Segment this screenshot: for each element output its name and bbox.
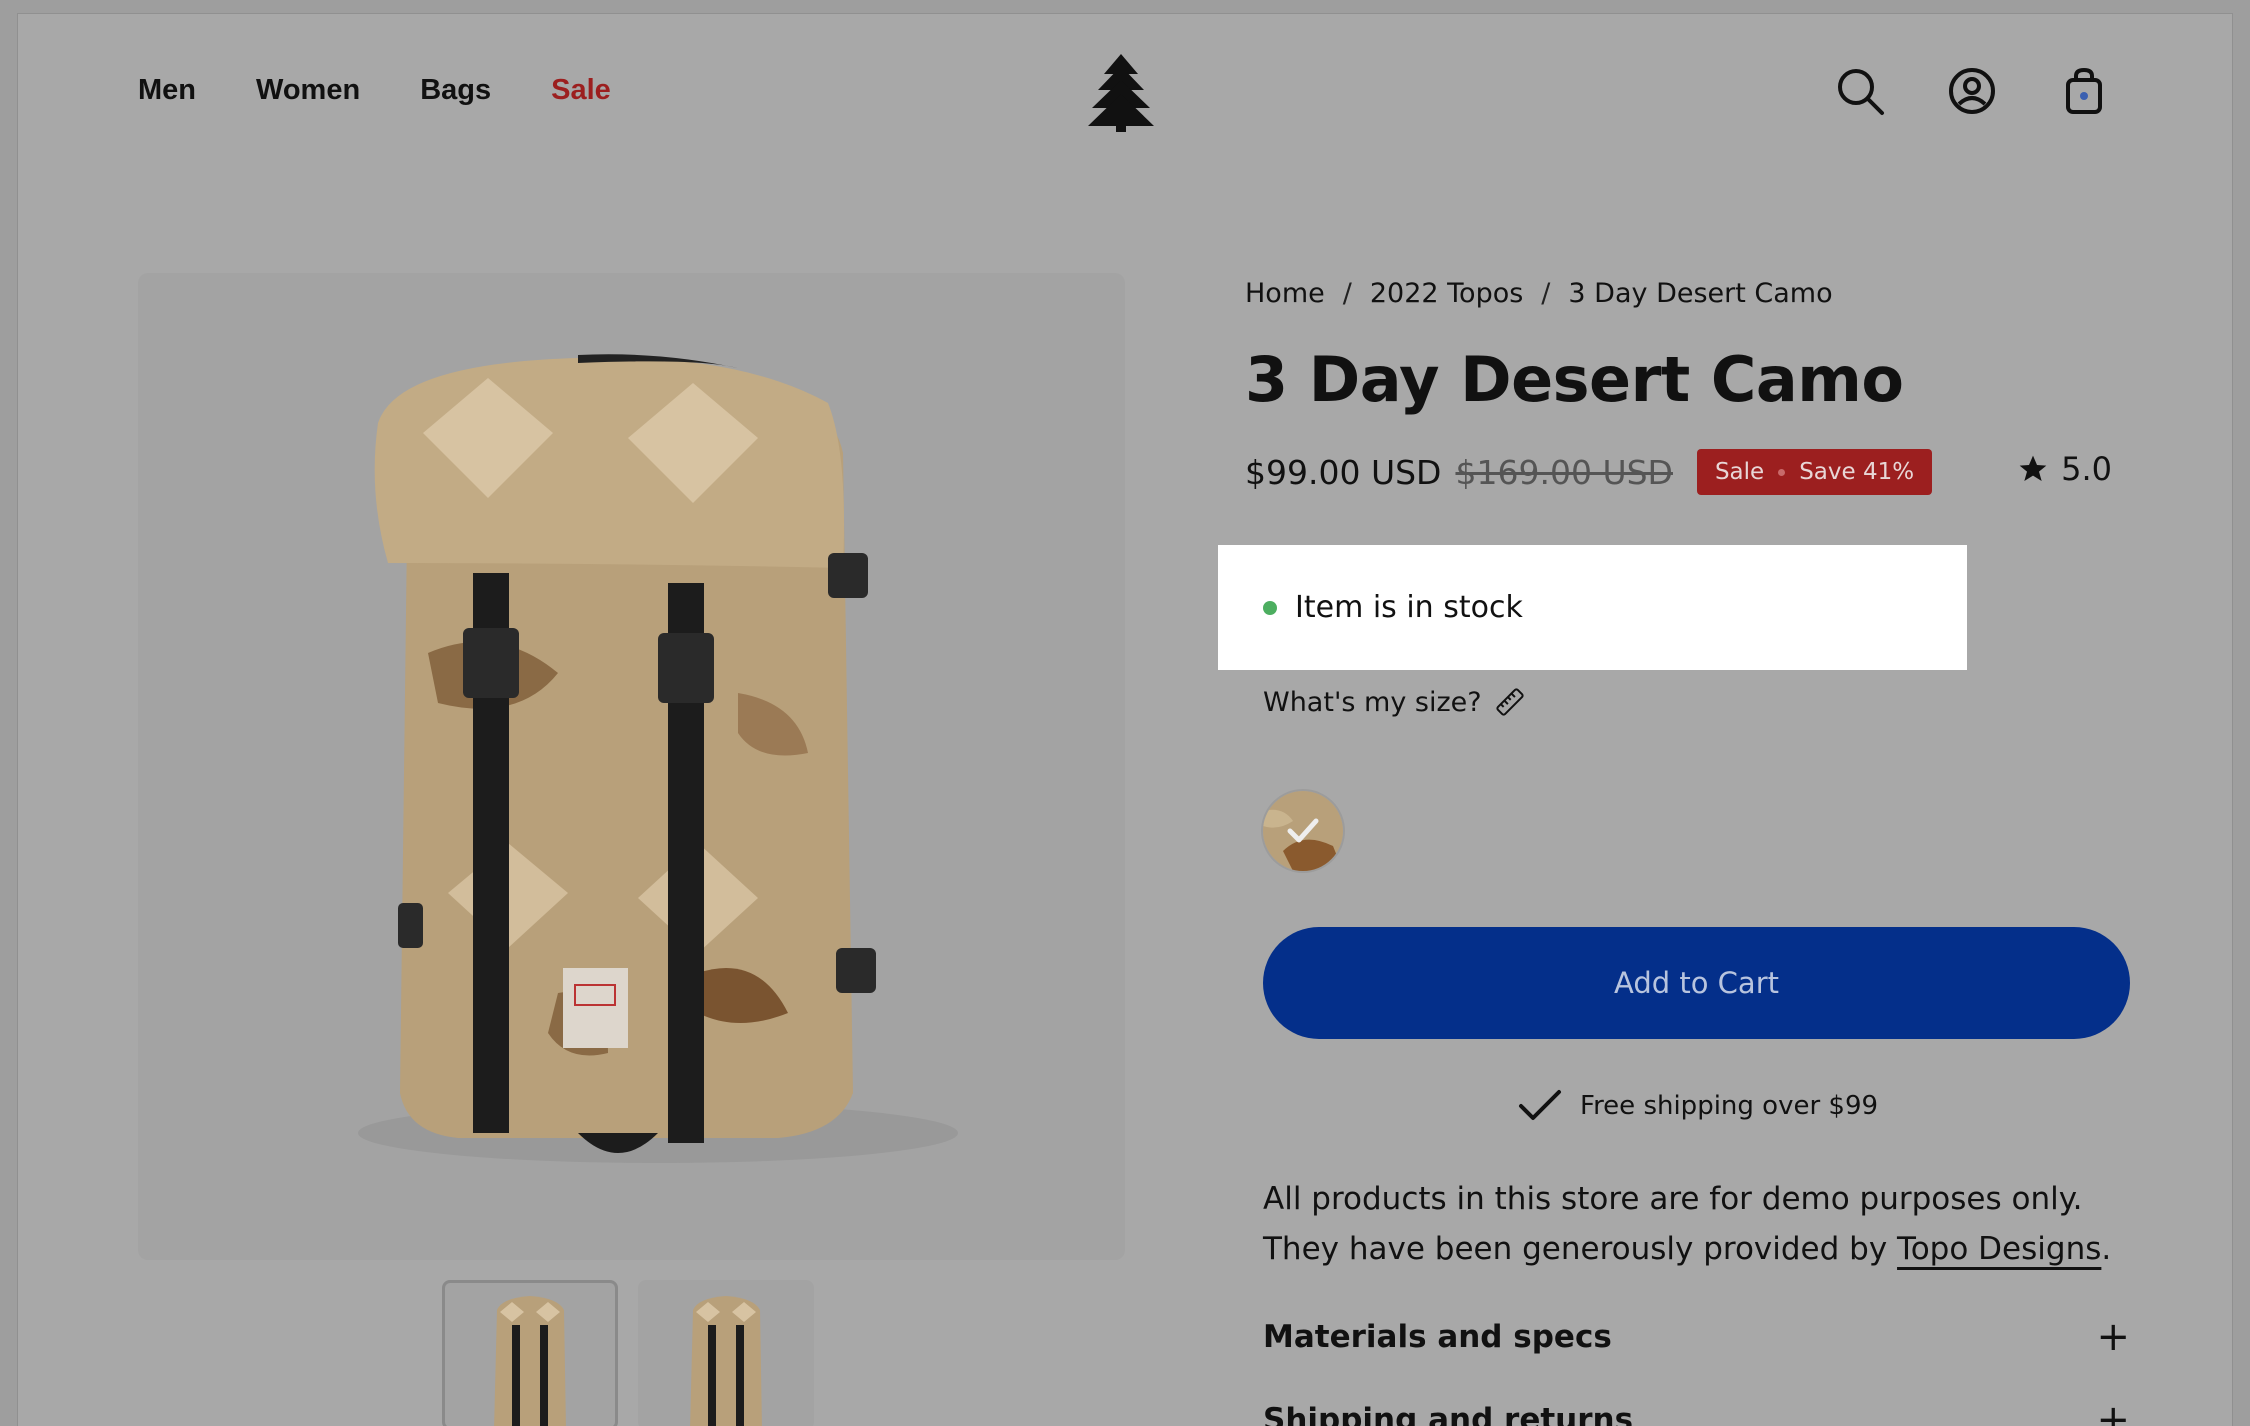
breadcrumb-collection[interactable]: 2022 Topos bbox=[1370, 278, 1523, 309]
description-prefix: They have been generously provided by bbox=[1263, 1231, 1898, 1267]
check-icon bbox=[1519, 1090, 1561, 1120]
breadcrumb-separator: / bbox=[1342, 277, 1352, 309]
breadcrumb-current: 3 Day Desert Camo bbox=[1568, 277, 1833, 309]
shipping-text: Free shipping over $99 bbox=[1580, 1091, 1879, 1121]
main-nav: Men Women Bags Sale bbox=[138, 74, 611, 107]
size-guide-link[interactable]: What's my size? bbox=[1263, 686, 1526, 718]
add-to-cart-button[interactable]: Add to Cart bbox=[1263, 927, 2130, 1039]
product-info: Home / 2022 Topos / 3 Day Desert Camo 3 … bbox=[1245, 273, 2112, 498]
rating[interactable]: 5.0 bbox=[2017, 450, 2112, 488]
topo-designs-link[interactable]: Topo Designs bbox=[1897, 1231, 2101, 1267]
accordion-materials[interactable]: Materials and specs + bbox=[1263, 1314, 2130, 1360]
nav-bags[interactable]: Bags bbox=[420, 74, 491, 107]
description-suffix: . bbox=[2101, 1231, 2112, 1267]
stock-dot bbox=[1263, 600, 1277, 615]
accordion-shipping-label: Shipping and returns bbox=[1263, 1402, 1634, 1426]
accordion-materials-label: Materials and specs bbox=[1263, 1319, 1612, 1355]
stock-status: Item is in stock bbox=[1218, 545, 1967, 670]
search-icon[interactable] bbox=[1835, 66, 1885, 116]
tree-logo[interactable] bbox=[1086, 54, 1156, 134]
rating-value: 5.0 bbox=[2061, 450, 2112, 488]
plus-icon: + bbox=[2096, 1397, 2130, 1426]
breadcrumb-home[interactable]: Home bbox=[1245, 278, 1325, 309]
account-icon[interactable] bbox=[1947, 66, 1997, 116]
price-row: $99.00 USD $169.00 USD Sale Save 41% 5.0 bbox=[1245, 446, 2112, 498]
breadcrumb: Home / 2022 Topos / 3 Day Desert Camo bbox=[1245, 273, 2112, 313]
nav-men[interactable]: Men bbox=[138, 74, 196, 107]
badge-sale-label: Sale bbox=[1714, 459, 1765, 485]
sale-badge: Sale Save 41% bbox=[1696, 449, 1933, 495]
thumbnail-1[interactable] bbox=[442, 1280, 618, 1426]
star-icon bbox=[2019, 455, 2047, 481]
compare-price: $169.00 USD bbox=[1455, 452, 1673, 492]
product-title: 3 Day Desert Camo bbox=[1245, 343, 1904, 416]
header-icons bbox=[1835, 66, 2109, 116]
badge-dot bbox=[1778, 468, 1786, 476]
cart-icon[interactable] bbox=[2059, 66, 2109, 116]
thumbnail-strip bbox=[442, 1280, 814, 1426]
sale-price: $99.00 USD bbox=[1245, 452, 1442, 492]
page: Men Women Bags Sale Home / 2022 Topos / … bbox=[18, 14, 2232, 1426]
ruler-icon bbox=[1495, 688, 1524, 716]
product-main-image[interactable] bbox=[138, 273, 1125, 1260]
description-line-1: All products in this store are for demo … bbox=[1263, 1181, 2083, 1217]
description-line-2: They have been generously provided by To… bbox=[1263, 1224, 2130, 1274]
accordion-shipping[interactable]: Shipping and returns + bbox=[1263, 1397, 2130, 1426]
thumbnail-2[interactable] bbox=[638, 1280, 814, 1426]
nav-women[interactable]: Women bbox=[256, 74, 360, 107]
product-description: All products in this store are for demo … bbox=[1263, 1174, 2130, 1274]
nav-sale[interactable]: Sale bbox=[551, 74, 611, 107]
badge-save-label: Save 41% bbox=[1799, 459, 1915, 485]
color-swatch-desert-camo[interactable] bbox=[1263, 791, 1343, 871]
plus-icon: + bbox=[2096, 1314, 2130, 1360]
stock-text: Item is in stock bbox=[1295, 590, 1523, 625]
breadcrumb-separator: / bbox=[1541, 277, 1551, 309]
free-shipping-note: Free shipping over $99 bbox=[1518, 1088, 1878, 1124]
size-link-label: What's my size? bbox=[1263, 686, 1482, 718]
